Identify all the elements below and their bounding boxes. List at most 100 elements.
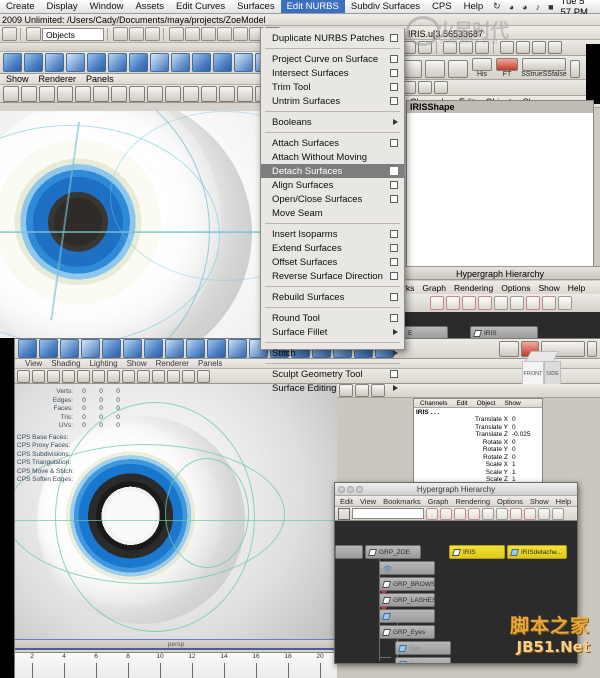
- graph-layout-icon[interactable]: [558, 296, 572, 310]
- graph-node-surface-1[interactable]: [379, 609, 435, 623]
- shelf-icon-extrude[interactable]: [186, 339, 205, 358]
- lighting-default-button[interactable]: [122, 369, 135, 383]
- graph-node-irisdetached-selected[interactable]: IRISdetache...: [507, 545, 567, 559]
- option-box-icon[interactable]: [390, 55, 398, 63]
- checker-icon[interactable]: [402, 60, 422, 78]
- close-button-icon[interactable]: [338, 486, 345, 493]
- shadows-button[interactable]: [152, 369, 165, 383]
- option-box-icon[interactable]: [390, 244, 398, 252]
- option-box-icon[interactable]: [390, 195, 398, 203]
- shading-smooth-button[interactable]: [129, 85, 145, 102]
- shelf-icon-poly-plane[interactable]: [87, 53, 106, 72]
- graph-add-bookmark-icon[interactable]: [526, 296, 540, 310]
- shading-textured-button[interactable]: [147, 85, 163, 102]
- hgw-menu-graph[interactable]: Graph: [428, 497, 449, 506]
- channel-row-rotate-y[interactable]: Rotate Y 0: [414, 446, 542, 454]
- channel-row-scale-x[interactable]: Scale X 1: [414, 461, 542, 469]
- channel-row-rotate-x[interactable]: Rotate X 0: [414, 439, 542, 447]
- mel-script-icon[interactable]: [522, 58, 566, 71]
- toggle-attribute-editor-button[interactable]: [459, 41, 473, 54]
- shelf-icon-poly-prism[interactable]: [144, 339, 163, 358]
- view-select-tool[interactable]: [17, 369, 30, 383]
- shelf-icon-poly-torus[interactable]: [108, 53, 127, 72]
- construction-history-button[interactable]: [233, 27, 248, 41]
- graph-layout-icon[interactable]: [538, 507, 550, 520]
- sync-icon[interactable]: ↻: [489, 1, 505, 12]
- view-move-tool[interactable]: [57, 85, 73, 102]
- graph-rearrange-icon[interactable]: [478, 296, 492, 310]
- hg-menu-options[interactable]: Options: [501, 283, 530, 293]
- menu-item-extend-surfaces[interactable]: Extend Surfaces: [261, 241, 404, 255]
- option-box-icon[interactable]: [390, 258, 398, 266]
- option-box-icon[interactable]: [390, 370, 398, 378]
- graph-connections-icon[interactable]: [482, 507, 494, 520]
- channel-row-translate-z[interactable]: Translate Z -0.025: [414, 431, 542, 439]
- graph-collapse-icon[interactable]: [510, 296, 524, 310]
- clock-icon[interactable]: ◕: [505, 2, 518, 12]
- channel-value[interactable]: -0.025: [512, 431, 534, 439]
- option-box-icon[interactable]: [390, 167, 398, 175]
- graph-node-eye-group-1[interactable]: 👁: [379, 561, 435, 575]
- menu-item-booleans[interactable]: Booleans: [261, 115, 404, 129]
- graph-output-icon[interactable]: [462, 296, 476, 310]
- graph-node-iris-selected[interactable]: IRIS: [449, 545, 505, 559]
- history-curve-icon[interactable]: [499, 340, 519, 357]
- shading-smooth-button[interactable]: [92, 369, 105, 383]
- graph-input-icon[interactable]: [446, 296, 460, 310]
- lighting-all-button[interactable]: [183, 85, 199, 102]
- panel-menu-renderer[interactable]: Renderer: [39, 74, 77, 84]
- hg-menu-show[interactable]: Show: [539, 283, 560, 293]
- menu-item-duplicate-nurbs-patches[interactable]: Duplicate NURBS Patches: [261, 31, 404, 45]
- toggle-channel-box-button[interactable]: [443, 41, 457, 54]
- selection-mask-field[interactable]: Objects: [42, 27, 104, 41]
- graph-input-output-icon[interactable]: [430, 296, 444, 310]
- freeze-transform-icon[interactable]: [496, 58, 518, 71]
- lighting-default-button[interactable]: [165, 85, 181, 102]
- hg-menu-help[interactable]: Help: [568, 283, 585, 293]
- snap-curve-button[interactable]: [185, 27, 200, 41]
- view-move-tool[interactable]: [47, 369, 60, 383]
- option-box-icon[interactable]: [390, 139, 398, 147]
- view-rotate-tool[interactable]: [75, 85, 91, 102]
- shelf-icon-poly-cone[interactable]: [81, 339, 100, 358]
- layer-editor-button[interactable]: [548, 41, 562, 54]
- channel-value[interactable]: 1: [512, 461, 534, 469]
- menu-item-attach-without-moving[interactable]: Attach Without Moving: [261, 150, 404, 164]
- xray-button[interactable]: [167, 369, 180, 383]
- menu-item-surface-editing[interactable]: Surface Editing: [261, 381, 404, 395]
- option-box-icon[interactable]: [390, 97, 398, 105]
- menu-help[interactable]: Help: [458, 0, 490, 13]
- shelf-icon-poly-cone[interactable]: [66, 53, 85, 72]
- snap-point-button[interactable]: [201, 27, 216, 41]
- menu-item-insert-isoparms[interactable]: Insert Isoparms: [261, 227, 404, 241]
- graph-remove-bookmark-icon[interactable]: [524, 507, 536, 520]
- shelf-icon-combine[interactable]: [165, 339, 184, 358]
- option-box-icon[interactable]: [390, 69, 398, 77]
- shelf-icon-extrude[interactable]: [192, 53, 211, 72]
- shelf-icon-bridge[interactable]: [228, 339, 247, 358]
- menu-subdiv-surfaces[interactable]: Subdiv Surfaces: [345, 0, 426, 13]
- menu-item-trim-tool[interactable]: Trim Tool: [261, 80, 404, 94]
- menu-item-reverse-surface-direction[interactable]: Reverse Surface Direction: [261, 269, 404, 283]
- both-view-button[interactable]: [434, 81, 448, 94]
- hypergraph-graph-canvas[interactable]: GRP_ZOE 👁 GRP_BROWS GRP_LASHES GRP_Eyes …: [335, 521, 577, 663]
- option-box-icon[interactable]: [390, 34, 398, 42]
- low-panel-menu-shading[interactable]: Shading: [51, 359, 80, 368]
- wifi-icon[interactable]: ◕: [518, 2, 531, 12]
- frame-all-icon[interactable]: [338, 507, 350, 520]
- hgw-menu-rendering[interactable]: Rendering: [455, 497, 490, 506]
- option-box-icon[interactable]: [390, 83, 398, 91]
- selection-mode-button[interactable]: [26, 27, 41, 41]
- channel-value[interactable]: 0: [512, 416, 534, 424]
- menu-item-attach-surfaces[interactable]: Attach Surfaces: [261, 136, 404, 150]
- view-lasso-tool[interactable]: [32, 369, 45, 383]
- shelf-icon-poly-cylinder[interactable]: [60, 339, 79, 358]
- hg-menu-graph[interactable]: Graph: [422, 283, 446, 293]
- window-title-bar[interactable]: Hypergraph Hierarchy: [335, 483, 577, 496]
- graph-node-partial-left[interactable]: [335, 545, 363, 559]
- menu-item-untrim-surfaces[interactable]: Untrim Surfaces: [261, 94, 404, 108]
- channel-row-translate-y[interactable]: Translate Y 0: [414, 424, 542, 432]
- graph-remove-bookmark-icon[interactable]: [542, 296, 556, 310]
- shelf-icon-bridge[interactable]: [234, 53, 253, 72]
- layers-view-button[interactable]: [418, 81, 432, 94]
